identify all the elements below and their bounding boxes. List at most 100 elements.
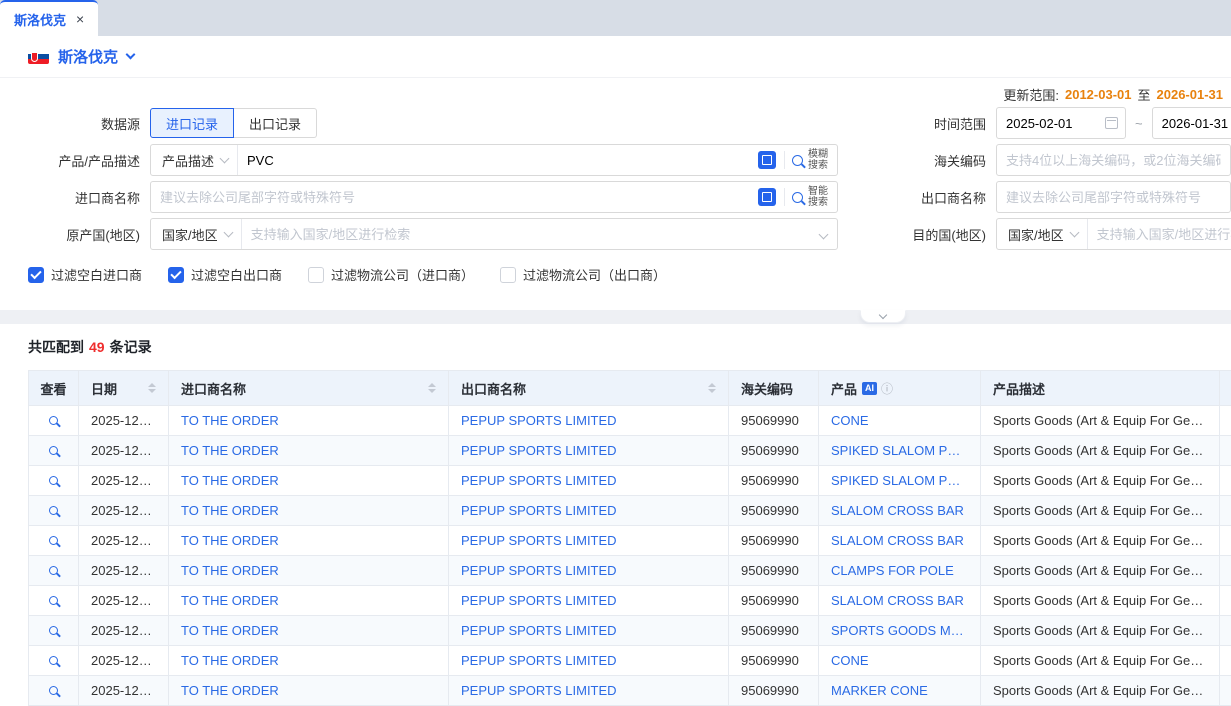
description-cell: Sports Goods (Art & Equip For Gen ...: [981, 676, 1220, 706]
view-button[interactable]: [29, 436, 79, 466]
end-date-picker[interactable]: [1152, 107, 1231, 139]
product-link[interactable]: MARKER CONE: [819, 676, 981, 706]
importer-link[interactable]: TO THE ORDER: [169, 526, 449, 556]
col-header-exporter[interactable]: 出口商名称: [449, 371, 729, 406]
view-button[interactable]: [29, 526, 79, 556]
end-date-input[interactable]: [1153, 109, 1231, 137]
product-link[interactable]: SPIKED SLALOM POLE: [819, 466, 981, 496]
importer-link[interactable]: TO THE ORDER: [169, 556, 449, 586]
importer-link[interactable]: TO THE ORDER: [169, 466, 449, 496]
col-header-date[interactable]: 日期: [79, 371, 169, 406]
batch-search-icon[interactable]: [758, 188, 776, 206]
filter-checkbox[interactable]: 过滤物流公司（出口商）: [500, 265, 666, 284]
results-summary: 共匹配到 49 条记录: [28, 337, 1231, 357]
exporter-link[interactable]: PEPUP SPORTS LIMITED: [449, 406, 729, 436]
exporter-link[interactable]: PEPUP SPORTS LIMITED: [449, 676, 729, 706]
product-link[interactable]: CONE: [819, 646, 981, 676]
exporter-link[interactable]: PEPUP SPORTS LIMITED: [449, 466, 729, 496]
tab-import-records[interactable]: 进口记录: [150, 108, 234, 138]
importer-input[interactable]: [151, 183, 758, 211]
checkbox-icon[interactable]: [500, 267, 516, 283]
view-button[interactable]: [29, 556, 79, 586]
exporter-link[interactable]: PEPUP SPORTS LIMITED: [449, 556, 729, 586]
extra-cell: [1220, 436, 1231, 466]
info-icon[interactable]: ⓘ: [881, 380, 893, 397]
batch-search-icon[interactable]: [758, 151, 776, 169]
importer-link[interactable]: TO THE ORDER: [169, 676, 449, 706]
country-header: 斯洛伐克: [0, 36, 1231, 78]
product-link[interactable]: SLALOM CROSS BAR: [819, 526, 981, 556]
chevron-down-icon[interactable]: [819, 229, 829, 239]
importer-link[interactable]: TO THE ORDER: [169, 436, 449, 466]
importer-link[interactable]: TO THE ORDER: [169, 586, 449, 616]
hs-code-cell: 95069990: [729, 406, 819, 436]
importer-link[interactable]: TO THE ORDER: [169, 406, 449, 436]
exporter-link[interactable]: PEPUP SPORTS LIMITED: [449, 526, 729, 556]
view-button[interactable]: [29, 496, 79, 526]
start-date-input[interactable]: [997, 109, 1105, 137]
destination-country-select[interactable]: 国家/地区: [997, 219, 1088, 249]
sort-icon[interactable]: [428, 383, 436, 393]
exporter-link[interactable]: PEPUP SPORTS LIMITED: [449, 586, 729, 616]
ai-badge: AI: [862, 382, 877, 395]
view-button[interactable]: [29, 406, 79, 436]
product-link[interactable]: SPORTS GOODS MAR...: [819, 616, 981, 646]
checkbox-icon[interactable]: [168, 267, 184, 283]
start-date-picker[interactable]: [996, 107, 1126, 139]
tab-slovakia[interactable]: 斯洛伐克 ×: [0, 0, 98, 36]
product-input[interactable]: [238, 146, 758, 174]
chevron-down-icon[interactable]: [126, 50, 136, 60]
table-row: 2025-12-25TO THE ORDERPEPUP SPORTS LIMIT…: [29, 616, 1231, 646]
origin-country-input[interactable]: [242, 220, 816, 248]
product-link[interactable]: CONE: [819, 406, 981, 436]
time-range-label: 时间范围: [848, 114, 986, 133]
product-link[interactable]: SLALOM CROSS BAR: [819, 496, 981, 526]
date-cell: 2025-12-25: [79, 526, 169, 556]
exporter-link[interactable]: PEPUP SPORTS LIMITED: [449, 616, 729, 646]
product-link[interactable]: SLALOM CROSS BAR: [819, 586, 981, 616]
magnifier-icon: [49, 596, 58, 605]
collapse-filters-button[interactable]: [860, 310, 906, 323]
sort-icon[interactable]: [708, 383, 716, 393]
importer-link[interactable]: TO THE ORDER: [169, 646, 449, 676]
origin-country-select[interactable]: 国家/地区: [151, 219, 242, 249]
col-header-importer[interactable]: 进口商名称: [169, 371, 449, 406]
filter-checkbox[interactable]: 过滤物流公司（进口商）: [308, 265, 474, 284]
exporter-link[interactable]: PEPUP SPORTS LIMITED: [449, 496, 729, 526]
filter-checkbox[interactable]: 过滤空白出口商: [168, 265, 282, 284]
filter-checkbox[interactable]: 过滤空白进口商: [28, 265, 142, 284]
smart-search-button[interactable]: 智能 搜索: [792, 186, 837, 208]
close-icon[interactable]: ×: [76, 12, 84, 26]
date-cell: 2025-12-25: [79, 406, 169, 436]
view-button[interactable]: [29, 586, 79, 616]
destination-country-input[interactable]: [1088, 220, 1231, 248]
exporter-link[interactable]: PEPUP SPORTS LIMITED: [449, 436, 729, 466]
view-button[interactable]: [29, 466, 79, 496]
tab-export-records[interactable]: 出口记录: [234, 108, 317, 138]
magnifier-icon: [49, 446, 58, 455]
table-row: 2025-12-25TO THE ORDERPEPUP SPORTS LIMIT…: [29, 436, 1231, 466]
product-link[interactable]: SPIKED SLALOM POLE: [819, 436, 981, 466]
filter-form: 数据源 进口记录 出口记录 时间范围 ~ 产品/产: [0, 107, 1231, 250]
product-link[interactable]: CLAMPS FOR POLE: [819, 556, 981, 586]
origin-country-group: 国家/地区: [150, 218, 838, 250]
hs-code-input[interactable]: [997, 146, 1230, 174]
exporter-link[interactable]: PEPUP SPORTS LIMITED: [449, 646, 729, 676]
date-cell: 2025-12-25: [79, 586, 169, 616]
magnifier-icon: [49, 686, 58, 695]
product-type-select[interactable]: 产品描述: [151, 145, 238, 175]
importer-link[interactable]: TO THE ORDER: [169, 616, 449, 646]
view-button[interactable]: [29, 646, 79, 676]
date-cell: 2025-12-25: [79, 646, 169, 676]
fuzzy-search-button[interactable]: 模糊 搜索: [792, 149, 837, 171]
data-source-label: 数据源: [10, 114, 140, 133]
sort-icon[interactable]: [148, 383, 156, 393]
importer-link[interactable]: TO THE ORDER: [169, 496, 449, 526]
exporter-input[interactable]: [997, 183, 1230, 211]
view-button[interactable]: [29, 676, 79, 706]
checkbox-icon[interactable]: [28, 267, 44, 283]
view-button[interactable]: [29, 616, 79, 646]
checkbox-icon[interactable]: [308, 267, 324, 283]
table-row: 2025-12-25TO THE ORDERPEPUP SPORTS LIMIT…: [29, 466, 1231, 496]
table-row: 2025-12-25TO THE ORDERPEPUP SPORTS LIMIT…: [29, 406, 1231, 436]
